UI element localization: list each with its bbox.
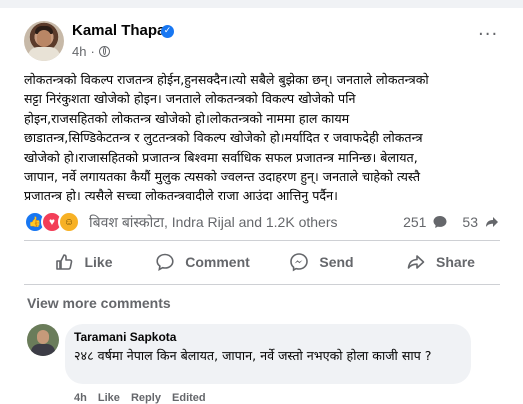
- comment-edited-label: Edited: [172, 392, 206, 404]
- comment-label: Comment: [185, 254, 250, 270]
- haha-icon: ☺: [58, 211, 80, 233]
- post-text-line: होइन,राजसहितको लोकतन्त्र खोजेको हो।लोकतन…: [24, 110, 350, 126]
- commenter-name[interactable]: Taramani Sapkota: [74, 330, 176, 344]
- reaction-divider: [24, 240, 500, 241]
- post-text-line: सट्टा निरंकुशता खोजेको होइन। जनताले लोकत…: [24, 91, 356, 107]
- comment-reply-link[interactable]: Reply: [131, 392, 161, 404]
- like-button[interactable]: Like: [24, 244, 143, 280]
- post-time[interactable]: 4h: [72, 44, 86, 59]
- share-count-icon: [486, 217, 498, 227]
- post-text-line: प्रजातन्त्र हो। त्यसैले सच्चा लोकतन्त्रव…: [24, 188, 338, 204]
- like-label: Like: [84, 254, 113, 270]
- post-meta: 4h ·: [72, 44, 110, 59]
- comment-icon: [156, 253, 174, 271]
- post-text: लोकतन्त्रको विकल्प राजतन्त्र होईन,हुनसक्…: [24, 70, 504, 206]
- post-text-line: जापान, नर्वे लगायतका कैयौं मुलुक त्यसको …: [24, 169, 421, 185]
- comment-text: २४८ वर्षमा नेपाल किन बेलायत, जापान, नर्व…: [74, 348, 432, 363]
- comment-like-link[interactable]: Like: [98, 392, 120, 404]
- comment-meta: 4h Like Reply Edited: [74, 392, 214, 404]
- send-button[interactable]: Send: [262, 244, 381, 280]
- share-button[interactable]: Share: [381, 244, 500, 280]
- comment-button[interactable]: Comment: [143, 244, 262, 280]
- share-icon: [407, 255, 425, 269]
- shares-count[interactable]: 53: [462, 214, 478, 230]
- comment-bubble: Taramani Sapkota २४८ वर्षमा नेपाल किन बे…: [65, 324, 471, 384]
- post-text-line: लोकतन्त्रको विकल्प राजतन्त्र होईन,हुनसक्…: [24, 72, 429, 87]
- post-action-bar: Like Comment Send Share: [24, 244, 500, 280]
- comment-count-icon: [433, 216, 447, 228]
- engagement-counts: 251 53: [403, 214, 500, 230]
- commenter-avatar[interactable]: [27, 324, 59, 356]
- view-more-comments-link[interactable]: View more comments: [27, 295, 171, 311]
- post-text-line: छाडातन्त्र,सिण्डिकेटतन्त्र र लुटतन्त्रको…: [24, 130, 423, 146]
- reaction-icons[interactable]: 👍 ♥ ☺: [24, 211, 80, 233]
- send-label: Send: [319, 254, 354, 270]
- reactors-text[interactable]: बिवश बांस्कोटा, Indra Rijal and 1.2K oth…: [89, 213, 337, 232]
- thumbs-up-icon: [56, 254, 73, 270]
- action-divider: [24, 284, 500, 285]
- comments-count[interactable]: 251: [403, 214, 426, 230]
- messenger-icon: [290, 253, 309, 272]
- meta-separator: ·: [90, 44, 95, 59]
- share-label: Share: [436, 254, 475, 270]
- reaction-summary: 👍 ♥ ☺ बिवश बांस्कोटा, Indra Rijal and 1.…: [24, 211, 500, 233]
- author-avatar[interactable]: [24, 21, 64, 61]
- globe-icon: [98, 46, 110, 57]
- post-text-line: खोजेको हो।राजासहितको प्रजातन्त्र बिश्वमा…: [24, 149, 418, 165]
- comment-age[interactable]: 4h: [74, 392, 87, 404]
- more-options-button[interactable]: ···: [478, 24, 498, 45]
- verified-badge-icon: ✓: [161, 25, 174, 38]
- author-name[interactable]: Kamal Thapa: [72, 22, 165, 39]
